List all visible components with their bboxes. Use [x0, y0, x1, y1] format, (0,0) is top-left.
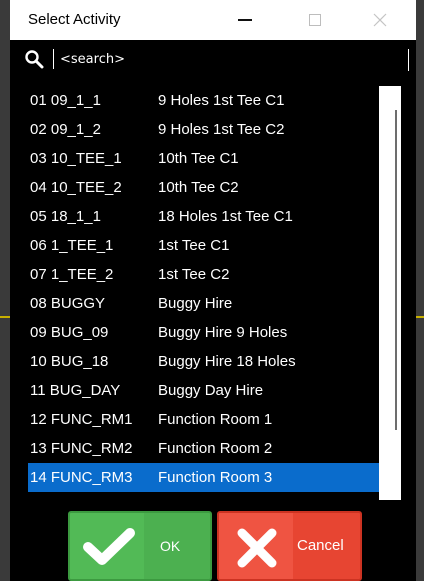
activity-row[interactable]: 07 1_TEE_2 1st Tee C2 — [28, 260, 380, 289]
activity-code: 13 FUNC_RM2 — [30, 440, 133, 457]
activity-code: 04 10_TEE_2 — [30, 179, 122, 196]
activity-description: 1st Tee C1 — [158, 237, 230, 254]
background-line-right — [416, 316, 424, 318]
ok-label: OK — [160, 538, 181, 554]
activity-description: 18 Holes 1st Tee C1 — [158, 208, 293, 225]
cancel-label: Cancel — [297, 537, 344, 554]
activity-code: 02 09_1_2 — [30, 121, 101, 138]
background-line-left — [0, 316, 10, 318]
activity-description: 1st Tee C2 — [158, 266, 230, 283]
activity-row[interactable]: 10 BUG_18 Buggy Hire 18 Holes — [28, 347, 380, 376]
background-left — [0, 0, 10, 581]
activity-code: 12 FUNC_RM1 — [30, 411, 133, 428]
activity-code: 05 18_1_1 — [30, 208, 101, 225]
x-icon — [237, 528, 277, 568]
activity-row[interactable]: 02 09_1_2 9 Holes 1st Tee C2 — [28, 115, 380, 144]
activity-row[interactable]: 12 FUNC_RM1 Function Room 1 — [28, 405, 380, 434]
activity-description: 9 Holes 1st Tee C2 — [158, 121, 285, 138]
activity-row[interactable]: 01 09_1_1 9 Holes 1st Tee C1 — [28, 86, 380, 115]
activity-list[interactable]: 01 09_1_1 9 Holes 1st Tee C1 02 09_1_2 9 Ho… — [28, 86, 380, 500]
activity-row[interactable]: 13 FUNC_RM2 Function Room 2 — [28, 434, 380, 463]
activity-row[interactable]: 05 18_1_1 18 Holes 1st Tee C1 — [28, 202, 380, 231]
activity-description: Buggy Hire — [158, 295, 233, 312]
activity-row[interactable]: 11 BUG_DAY Buggy Day Hire — [28, 376, 380, 405]
activity-code: 06 1_TEE_1 — [30, 237, 114, 254]
search-input[interactable] — [60, 48, 400, 70]
activity-row[interactable]: 03 10_TEE_1 10th Tee C1 — [28, 144, 380, 173]
ok-button[interactable]: OK — [68, 511, 212, 581]
activity-description: Buggy Day Hire — [158, 382, 264, 399]
search-bar — [10, 44, 416, 74]
activity-description: Buggy Hire 18 Holes — [158, 353, 296, 370]
activity-code: 07 1_TEE_2 — [30, 266, 114, 283]
checkmark-icon — [83, 528, 135, 565]
activity-description: 9 Holes 1st Tee C1 — [158, 92, 285, 109]
activity-row[interactable]: 14 FUNC_RM3 Function Room 3 — [28, 463, 380, 492]
cancel-button[interactable]: Cancel — [217, 511, 362, 581]
activity-description: 10th Tee C2 — [158, 179, 239, 196]
activity-code: 10 BUG_18 — [30, 353, 109, 370]
activity-code: 03 10_TEE_1 — [30, 150, 122, 167]
activity-code: 11 BUG_DAY — [30, 382, 121, 399]
maximize-button[interactable] — [290, 0, 340, 40]
activity-code: 14 FUNC_RM3 — [30, 469, 133, 486]
window-title: Select Activity — [28, 11, 121, 28]
maximize-icon — [309, 14, 321, 26]
activity-row[interactable]: 08 BUGGY Buggy Hire — [28, 289, 380, 318]
activity-code: 08 BUGGY — [30, 295, 106, 312]
title-bar[interactable]: Select Activity — [10, 0, 416, 40]
close-icon — [373, 13, 387, 27]
search-divider — [53, 49, 54, 69]
scrollbar[interactable] — [379, 86, 401, 500]
activity-description: Function Room 2 — [158, 440, 273, 457]
activity-description: Buggy Hire 9 Holes — [158, 324, 288, 341]
activity-row[interactable]: 04 10_TEE_2 10th Tee C2 — [28, 173, 380, 202]
activity-description: Function Room 1 — [158, 411, 273, 428]
background-right — [416, 0, 424, 581]
activity-code: 01 09_1_1 — [30, 92, 101, 109]
activity-code: 09 BUG_09 — [30, 324, 109, 341]
activity-description: 10th Tee C1 — [158, 150, 239, 167]
close-button[interactable] — [355, 0, 405, 40]
activity-description: Function Room 3 — [158, 469, 273, 486]
minimize-icon — [238, 19, 252, 21]
select-activity-dialog: Select Activity 01 09_1_1 9 Holes 1st Tee… — [10, 0, 416, 581]
search-icon[interactable] — [24, 49, 44, 69]
minimize-button[interactable] — [220, 0, 270, 40]
scrollbar-thumb[interactable] — [395, 110, 397, 430]
activity-row[interactable]: 09 BUG_09 Buggy Hire 9 Holes — [28, 318, 380, 347]
activity-row[interactable]: 06 1_TEE_1 1st Tee C1 — [28, 231, 380, 260]
search-right-edge — [408, 49, 409, 71]
